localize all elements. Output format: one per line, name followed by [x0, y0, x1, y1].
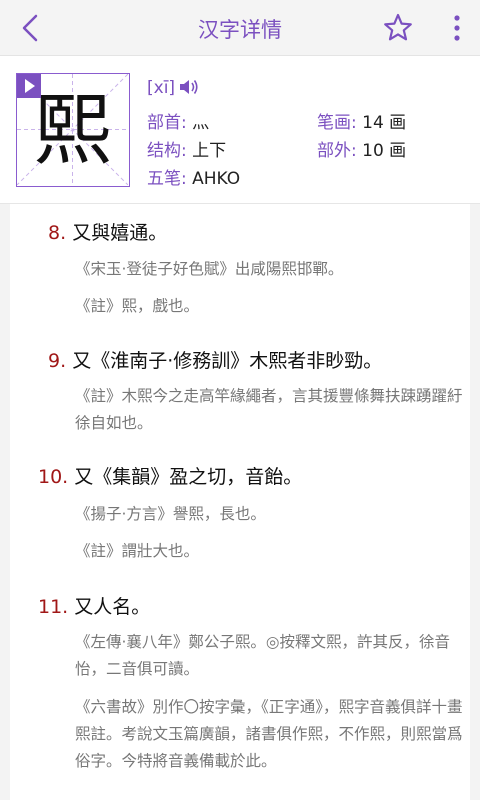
definition-list[interactable]: 8. 又與嬉通。 《宋玉·登徒子好色賦》出咸陽熙邯鄲。 《註》熙，戲也。 9. … — [0, 204, 480, 800]
right-margin — [470, 204, 480, 800]
strokes-value: 14 画 — [362, 113, 407, 133]
outside-strokes-row: 部外: 10 画 — [317, 136, 406, 161]
outside-strokes-value: 10 画 — [362, 141, 407, 161]
entry-quote: 《宋玉·登徒子好色賦》出咸陽熙邯鄲。 — [75, 260, 344, 278]
entry-title: 9. 又《淮南子·修務訓》木熙者非眇勁。 — [48, 346, 382, 373]
pronounce-button[interactable] — [178, 77, 200, 97]
character-glyph: 熙 — [33, 86, 112, 176]
entry-quote: 《註》熙，戲也。 — [75, 297, 200, 315]
top-app-bar: 汉字详情 — [0, 0, 480, 56]
entry-title: 11. 又人名。 — [38, 592, 150, 619]
wubi-row: 五笔: AHKO — [147, 164, 240, 189]
structure-label: 结构: — [147, 141, 187, 161]
entry-text: 又與嬉通。 — [72, 222, 168, 244]
entry-number: 11. — [38, 596, 69, 618]
entry-quote: 《左傳·襄八年》鄭公子熙。◎按釋文熙，許其反，徐音怡，二音俱可讀。 — [75, 633, 450, 678]
entry-title: 10. 又《集韻》盈之切，音飴。 — [38, 462, 302, 489]
play-icon — [25, 79, 35, 93]
character-header: 熙 [xī] 部首: 灬 笔画: 14 画 结构: 上下 部外: 10 画 五笔… — [0, 56, 480, 204]
vertical-dots-icon — [454, 15, 460, 41]
speaker-icon — [180, 80, 198, 94]
entry-quote: 《註》木熙今之走高竿緣繩者，言其援豐條舞扶踈踴躍紆徐自如也。 — [75, 387, 463, 432]
structure-row: 结构: 上下 — [147, 136, 226, 161]
more-options-button[interactable] — [444, 10, 470, 46]
radical-label: 部首: — [147, 113, 187, 133]
outside-strokes-label: 部外: — [317, 141, 357, 161]
entry-quote: 《六書故》別作〇按字彙，《正字通》，熙字音義俱詳十畫熙註。考說文玉篇廣韻，諸書俱… — [75, 698, 463, 770]
entry-number: 10. — [38, 466, 69, 488]
star-outline-icon — [384, 13, 412, 41]
left-margin — [0, 204, 10, 800]
entry-text: 又人名。 — [74, 596, 151, 618]
strokes-label: 笔画: — [317, 113, 357, 133]
structure-value: 上下 — [192, 141, 227, 161]
play-stroke-button[interactable] — [17, 74, 41, 98]
radical-row: 部首: 灬 — [147, 108, 209, 133]
wubi-label: 五笔: — [147, 169, 187, 189]
entry-text: 又《淮南子·修務訓》木熙者非眇勁。 — [72, 350, 383, 372]
favorite-button[interactable] — [380, 10, 416, 46]
entry-quote: 《註》謂壯大也。 — [75, 542, 200, 560]
radical-value: 灬 — [192, 113, 210, 133]
wubi-value: AHKO — [192, 169, 241, 189]
entry-quote: 《揚子·方言》譽熙，長也。 — [75, 505, 266, 523]
entry-text: 又《集韻》盈之切，音飴。 — [74, 466, 303, 488]
character-box: 熙 — [16, 73, 130, 187]
entry-number: 9. — [48, 350, 67, 372]
strokes-row: 笔画: 14 画 — [317, 108, 406, 133]
pinyin: [xī] — [147, 78, 176, 98]
entry-number: 8. — [48, 222, 67, 244]
entry-title: 8. 又與嬉通。 — [48, 218, 167, 245]
